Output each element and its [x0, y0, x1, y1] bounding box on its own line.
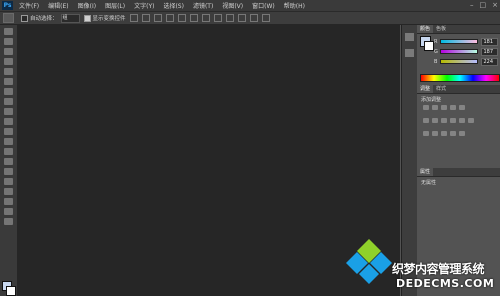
show-transform-label: 显示变换控件	[92, 16, 126, 22]
menu-type[interactable]: 文字(Y)	[134, 1, 154, 10]
b-value-field[interactable]: 224	[481, 57, 498, 66]
slider-g[interactable]: G 187	[434, 47, 498, 56]
menu-window[interactable]: 窗口(W)	[252, 1, 275, 10]
g-value-field[interactable]: 187	[481, 47, 498, 56]
align-left-icon[interactable]	[165, 14, 174, 22]
align-bottom-icon[interactable]	[153, 14, 162, 22]
dodge-tool-icon[interactable]	[4, 158, 13, 165]
tab-adjustments[interactable]: 调整	[417, 85, 434, 93]
shape-tool-icon[interactable]	[4, 198, 13, 205]
menu-layer[interactable]: 图层(L)	[105, 1, 125, 10]
align-right-icon[interactable]	[189, 14, 198, 22]
r-value-field[interactable]: 181	[481, 37, 498, 46]
brightness-contrast-icon[interactable]	[423, 105, 429, 110]
auto-select-label: 自动选择：	[30, 16, 58, 22]
vibrance-icon[interactable]	[459, 105, 465, 110]
background-color-swatch[interactable]	[6, 286, 16, 296]
auto-select-checkbox[interactable]	[21, 14, 28, 22]
watermark: 织梦内容管理系统 DEDECMS.COM	[340, 232, 500, 296]
menu-select[interactable]: 选择(S)	[163, 1, 184, 10]
adjustments-panel: 调整 样式 添加调整	[417, 85, 500, 167]
threshold-icon[interactable]	[441, 131, 447, 136]
path-select-tool-icon[interactable]	[4, 188, 13, 195]
menu-edit[interactable]: 编辑(E)	[48, 1, 68, 10]
distribute-vcenter-icon[interactable]	[213, 14, 222, 22]
quick-select-tool-icon[interactable]	[4, 58, 13, 65]
photoshop-logo-icon: Ps	[2, 1, 13, 10]
menu-filter[interactable]: 滤镜(T)	[193, 1, 213, 10]
menu-image[interactable]: 图像(I)	[78, 1, 96, 10]
slider-b[interactable]: B 224	[434, 57, 498, 66]
menu-bar: Ps 文件(F) 编辑(E) 图像(I) 图层(L) 文字(Y) 选择(S) 滤…	[0, 0, 500, 12]
menu-help[interactable]: 帮助(H)	[284, 1, 305, 10]
move-tool-icon[interactable]	[4, 28, 13, 35]
color-balance-icon[interactable]	[432, 118, 438, 123]
background-color-swatch[interactable]	[424, 41, 434, 51]
tools-panel	[0, 25, 18, 296]
align-top-icon[interactable]	[129, 14, 138, 22]
type-tool-icon[interactable]	[4, 178, 13, 185]
slider-r[interactable]: R 181	[434, 37, 498, 46]
history-brush-tool-icon[interactable]	[4, 118, 13, 125]
photo-filter-icon[interactable]	[450, 118, 456, 123]
marquee-tool-icon[interactable]	[4, 38, 13, 45]
auto-select-dropdown[interactable]: 组	[60, 13, 80, 23]
hue-saturation-icon[interactable]	[423, 118, 429, 123]
tab-properties[interactable]: 属性	[417, 168, 434, 176]
windows-logo-icon	[346, 239, 392, 284]
color-spectrum-bar[interactable]	[420, 74, 500, 82]
exposure-icon[interactable]	[450, 105, 456, 110]
distribute-left-icon[interactable]	[237, 14, 246, 22]
distribute-top-icon[interactable]	[201, 14, 210, 22]
channel-mixer-icon[interactable]	[459, 118, 465, 123]
gradient-map-icon[interactable]	[450, 131, 456, 136]
watermark-url-text: DEDECMS.COM	[396, 277, 495, 290]
black-white-icon[interactable]	[441, 118, 447, 123]
tab-styles[interactable]: 样式	[433, 85, 449, 93]
curves-icon[interactable]	[441, 105, 447, 110]
tab-color[interactable]: 颜色	[417, 25, 434, 33]
no-properties-text: 无属性	[421, 180, 437, 186]
close-button[interactable]: ×	[492, 1, 498, 9]
clone-stamp-tool-icon[interactable]	[4, 108, 13, 115]
posterize-icon[interactable]	[432, 131, 438, 136]
properties-panel-icon[interactable]	[405, 49, 414, 57]
zoom-tool-icon[interactable]	[4, 218, 13, 225]
history-panel-icon[interactable]	[405, 33, 414, 41]
menu-view[interactable]: 视图(V)	[222, 1, 243, 10]
lasso-tool-icon[interactable]	[4, 48, 13, 55]
color-panel: 颜色 色板 R 181 G 187 B 224	[417, 25, 500, 82]
hand-tool-icon[interactable]	[4, 208, 13, 215]
options-bar: 自动选择： 组 显示变换控件	[0, 12, 500, 25]
eraser-tool-icon[interactable]	[4, 128, 13, 135]
distribute-right-icon[interactable]	[261, 14, 270, 22]
distribute-hcenter-icon[interactable]	[249, 14, 258, 22]
brush-tool-icon[interactable]	[4, 98, 13, 105]
levels-icon[interactable]	[432, 105, 438, 110]
menu-file[interactable]: 文件(F)	[19, 1, 39, 10]
pen-tool-icon[interactable]	[4, 168, 13, 175]
healing-brush-tool-icon[interactable]	[4, 88, 13, 95]
eyedropper-tool-icon[interactable]	[4, 78, 13, 85]
tab-swatches[interactable]: 色板	[433, 25, 449, 33]
selective-color-icon[interactable]	[459, 131, 465, 136]
gradient-tool-icon[interactable]	[4, 138, 13, 145]
align-hcenter-icon[interactable]	[177, 14, 186, 22]
watermark-brand-text: 织梦内容管理系统	[392, 262, 485, 276]
window-controls: – □ ×	[470, 1, 498, 9]
blur-tool-icon[interactable]	[4, 148, 13, 155]
crop-tool-icon[interactable]	[4, 68, 13, 75]
invert-icon[interactable]	[423, 131, 429, 136]
align-vcenter-icon[interactable]	[141, 14, 150, 22]
color-lookup-icon[interactable]	[468, 118, 474, 123]
distribute-bottom-icon[interactable]	[225, 14, 234, 22]
adjustments-subtitle: 添加调整	[421, 97, 442, 103]
maximize-button[interactable]: □	[480, 1, 487, 9]
move-tool-icon[interactable]	[3, 13, 14, 23]
minimize-button[interactable]: –	[470, 1, 474, 9]
show-transform-checkbox[interactable]	[83, 14, 91, 22]
